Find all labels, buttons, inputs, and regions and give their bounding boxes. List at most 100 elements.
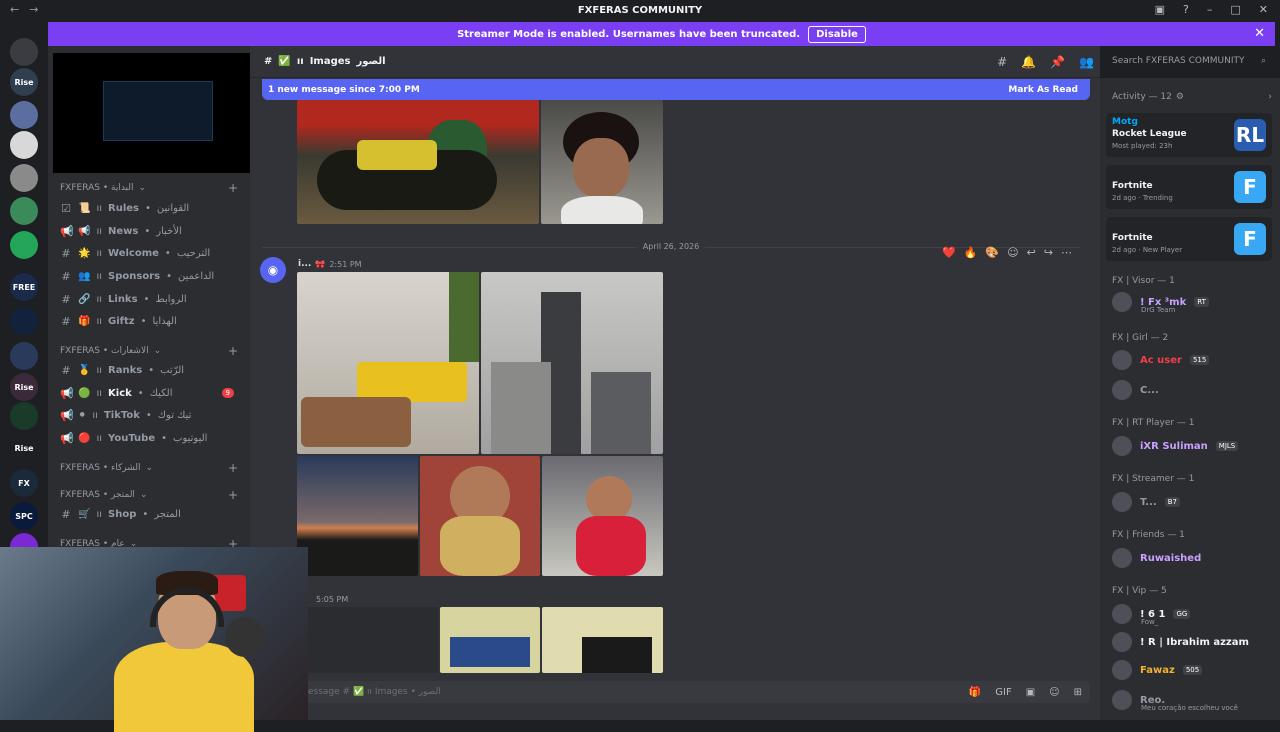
- server-icon[interactable]: [10, 342, 38, 370]
- disable-button[interactable]: Disable: [808, 25, 866, 43]
- stream-preview[interactable]: [53, 53, 266, 173]
- server-icon[interactable]: Rise: [10, 373, 38, 401]
- channel-item-tiktok[interactable]: 📢 ⚫ ıı TikTok • تيك توك: [56, 404, 242, 426]
- new-messages-bar[interactable]: 1 new message since 7:00 PM Mark As Read: [262, 79, 1090, 100]
- activity-card[interactable]: Fortnite 2d ago · New Player F: [1106, 217, 1272, 261]
- activity-card[interactable]: Motg Rocket League Most played: 23h RL: [1106, 113, 1272, 157]
- server-icon[interactable]: Rise: [10, 68, 38, 96]
- inbox-icon[interactable]: ▣: [1155, 3, 1165, 16]
- gift-icon[interactable]: 🎁: [969, 687, 981, 698]
- add-channel-icon[interactable]: +: [228, 344, 238, 358]
- food-photo[interactable]: [297, 272, 479, 454]
- add-channel-icon[interactable]: +: [228, 461, 238, 475]
- threads-icon[interactable]: #: [997, 55, 1007, 69]
- server-icon[interactable]: SPC: [10, 502, 38, 530]
- help-icon[interactable]: ?: [1183, 3, 1189, 16]
- emoji-reaction-icon[interactable]: 🎨: [985, 246, 999, 259]
- member-name: Ac user: [1140, 354, 1182, 366]
- bell-icon[interactable]: 🔔: [1021, 55, 1036, 69]
- member-item[interactable]: iXR Suliman MJLS: [1112, 433, 1272, 459]
- channel-item-sponsors[interactable]: # 👥 ıı Sponsors • الداعمين: [56, 265, 242, 287]
- activity-game: Rocket League: [1112, 129, 1187, 139]
- mark-as-read-button[interactable]: Mark As Read: [1008, 85, 1078, 95]
- member-item[interactable]: C...: [1112, 377, 1272, 403]
- close-window-button[interactable]: ✕: [1259, 3, 1268, 16]
- channel-category[interactable]: FXFERAS • الاشعارات ⌄ +: [60, 344, 238, 358]
- activity-card[interactable]: Fortnite 2d ago · Trending F: [1106, 165, 1272, 209]
- store-photo-1[interactable]: [308, 607, 438, 673]
- reply-icon[interactable]: ↩: [1027, 246, 1036, 259]
- baby-photo-2[interactable]: [542, 456, 663, 576]
- maximize-button[interactable]: □: [1230, 3, 1240, 16]
- channel-dot: •: [145, 202, 151, 214]
- close-icon[interactable]: ✕: [1254, 26, 1265, 41]
- chevron-right-icon[interactable]: ›: [1268, 92, 1272, 102]
- server-icon[interactable]: [10, 164, 38, 192]
- server-icon[interactable]: [10, 197, 38, 225]
- server-icon[interactable]: [10, 38, 38, 66]
- store-photo-3[interactable]: [542, 607, 663, 673]
- sunset-photo[interactable]: [297, 456, 418, 576]
- member-item[interactable]: ! Fx ³mk RT DrG Team: [1112, 289, 1272, 315]
- skyline-photo[interactable]: [481, 272, 663, 454]
- channel-category[interactable]: FXFERAS • البداية ⌄ +: [60, 181, 238, 195]
- member-item[interactable]: ! R | Ibrahim azzam: [1112, 629, 1272, 655]
- add-reaction-icon[interactable]: ☺: [1007, 246, 1018, 259]
- channel-category[interactable]: FXFERAS • المتجر ⌄ +: [60, 488, 238, 502]
- store-photo-2[interactable]: [440, 607, 540, 673]
- add-channel-icon[interactable]: +: [228, 181, 238, 195]
- server-icon[interactable]: FX: [10, 469, 38, 497]
- minimize-button[interactable]: –: [1207, 3, 1213, 16]
- more-icon[interactable]: ⋯: [1061, 246, 1072, 259]
- member-item[interactable]: Ruwaished: [1112, 545, 1272, 571]
- message-username[interactable]: i...: [298, 259, 311, 269]
- heart-reaction-icon[interactable]: ❤️: [942, 246, 956, 259]
- member-item[interactable]: Fawaz 505: [1112, 657, 1272, 683]
- channel-item-news[interactable]: 📢 📢 ıı News • الأخبار: [56, 220, 242, 242]
- channel-name-ar: الأخبار: [156, 225, 182, 237]
- server-icon[interactable]: [10, 131, 38, 159]
- message-input[interactable]: essage # ✅ ıı Images • الصور 🎁 GIF ▣ ☺ ⊞: [300, 681, 1090, 703]
- server-icon[interactable]: [10, 307, 38, 335]
- channel-item-welcome[interactable]: # 🌟 ıı Welcome • الترحيب: [56, 242, 242, 264]
- channel-item-youtube[interactable]: 📢 🔴 ıı YouTube • اليوتيوب: [56, 427, 242, 449]
- gear-icon[interactable]: ⚙: [1176, 92, 1184, 102]
- channel-hash-icon: #: [264, 56, 273, 67]
- channel-name: Giftz: [108, 315, 135, 327]
- member-section-header: FX | Girl — 2: [1112, 333, 1169, 343]
- child-photo-1[interactable]: [541, 100, 663, 224]
- fire-reaction-icon[interactable]: 🔥: [964, 246, 978, 259]
- member-item[interactable]: Reo. Meu coração escolheu você: [1112, 687, 1272, 713]
- add-channel-icon[interactable]: +: [228, 488, 238, 502]
- search-input[interactable]: Search FXFERAS COMMUNITY ⌕: [1106, 53, 1272, 71]
- sticker-icon[interactable]: ▣: [1026, 687, 1035, 698]
- unread-badge: 9: [221, 388, 234, 398]
- emoji-icon[interactable]: ☺: [1049, 687, 1059, 698]
- members-icon[interactable]: 👥: [1079, 55, 1094, 69]
- server-icon[interactable]: [10, 231, 38, 259]
- avatar[interactable]: ◉: [260, 257, 286, 283]
- activity-user: Motg: [1112, 117, 1138, 127]
- apps-icon[interactable]: ⊞: [1074, 687, 1082, 698]
- server-icon[interactable]: [10, 402, 38, 430]
- channel-item-links[interactable]: # 🔗 ıı Links • الروابط: [56, 288, 242, 310]
- channel-item-ranks[interactable]: # 🥇 ıı Ranks • الرّتب: [56, 359, 242, 381]
- channel-item-rules[interactable]: ☑ 📜 ıı Rules • القوانين: [56, 197, 242, 219]
- member-item[interactable]: T... B7: [1112, 489, 1272, 515]
- member-item[interactable]: ! 6 1 GG Fow_: [1112, 601, 1272, 627]
- atv-photo[interactable]: [297, 100, 539, 224]
- server-icon[interactable]: [10, 101, 38, 129]
- member-name: Fawaz: [1140, 664, 1175, 676]
- member-item[interactable]: Ac user 515: [1112, 347, 1272, 373]
- channel-item-shop[interactable]: # 🛒 ıı Shop • المتجر: [56, 503, 242, 525]
- channel-name: Rules: [108, 202, 139, 214]
- server-icon[interactable]: Rise: [10, 434, 38, 462]
- channel-category[interactable]: FXFERAS • الشركاء ⌄ +: [60, 461, 238, 475]
- channel-item-giftz[interactable]: # 🎁 ıı Giftz • الهدايا: [56, 310, 242, 332]
- gif-icon[interactable]: GIF: [995, 687, 1011, 698]
- baby-photo-1[interactable]: [420, 456, 540, 576]
- forward-icon[interactable]: ↪: [1044, 246, 1053, 259]
- server-icon[interactable]: FREE: [10, 273, 38, 301]
- pin-icon[interactable]: 📌: [1050, 55, 1065, 69]
- channel-item-kick[interactable]: 📢 🟢 ıı Kick • الكيك 9: [56, 382, 242, 404]
